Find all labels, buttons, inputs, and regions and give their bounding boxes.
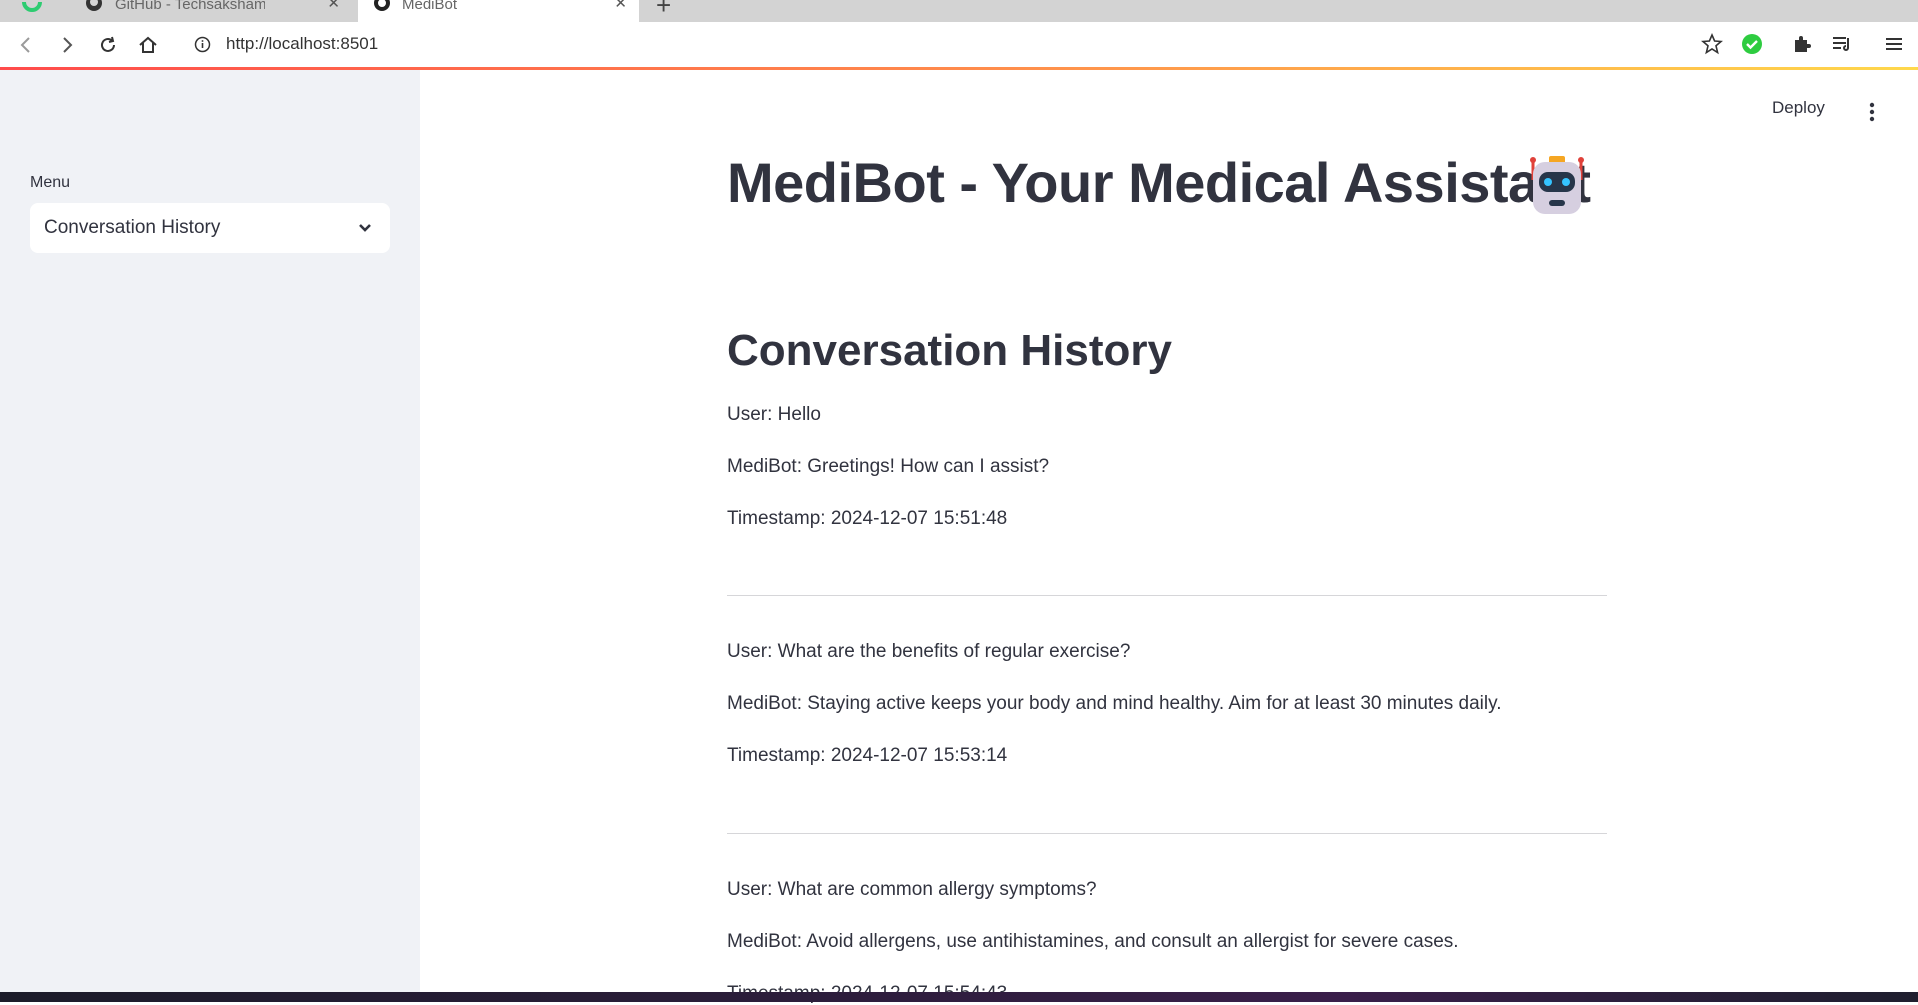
more-options-icon[interactable] [1862, 101, 1882, 123]
extensions-puzzle-icon[interactable] [1790, 32, 1814, 56]
url-port: :8501 [335, 34, 379, 53]
home-icon[interactable] [137, 34, 159, 56]
tab-github[interactable]: GitHub - Techsaksham/P4-Im ✕ [70, 0, 352, 22]
tab-title: MediBot [402, 0, 458, 13]
timestamp: Timestamp: 2024-12-07 15:51:48 [727, 508, 1008, 529]
hamburger-menu-icon[interactable] [1882, 32, 1906, 56]
bookmark-star-icon[interactable] [1700, 32, 1724, 56]
section-heading: Conversation History [727, 326, 1172, 375]
back-arrow-icon[interactable] [15, 34, 37, 56]
reload-icon[interactable] [97, 34, 119, 56]
bot-message: MediBot: Staying active keeps your body … [727, 693, 1502, 714]
browser-toolbar: http://localhost:8501 [0, 22, 1918, 67]
browser-tab-bar: GitHub - Techsaksham/P4-Im ✕ MediBot ✕ + [0, 0, 1918, 22]
url-host: localhost [268, 34, 336, 53]
sidebar: Menu Conversation History [0, 70, 420, 992]
address-bar[interactable]: http://localhost:8501 [176, 27, 1696, 62]
url-protocol: http:// [226, 34, 269, 53]
bot-message: MediBot: Greetings! How can I assist? [727, 456, 1050, 477]
os-taskbar [0, 992, 1918, 1002]
extension-check-icon[interactable] [1740, 32, 1764, 56]
github-icon [86, 0, 102, 11]
url-text[interactable]: http://localhost:8501 [226, 34, 378, 54]
deploy-button[interactable]: Deploy [1772, 98, 1825, 118]
tab-medibot[interactable]: MediBot ✕ [358, 0, 639, 22]
user-message: User: What are the benefits of regular e… [727, 641, 1131, 662]
tab-title: GitHub - Techsaksham/P4-Im [115, 0, 265, 13]
media-queue-icon[interactable] [1830, 32, 1854, 56]
divider [727, 595, 1607, 596]
bot-message: MediBot: Avoid allergens, use antihistam… [727, 931, 1459, 952]
robot-emoji-icon [1530, 156, 1584, 214]
user-message: User: Hello [727, 404, 821, 425]
user-message: User: What are common allergy symptoms? [727, 879, 1097, 900]
browser-app-icon [22, 1, 42, 12]
menu-label: Menu [30, 174, 71, 191]
chevron-down-icon [359, 224, 371, 232]
menu-select[interactable]: Conversation History [30, 203, 390, 253]
timestamp: Timestamp: 2024-12-07 15:53:14 [727, 745, 1008, 766]
new-tab-button[interactable]: + [656, 0, 671, 18]
page-title: MediBot - Your Medical Assistant [727, 151, 1591, 214]
info-icon[interactable] [194, 36, 211, 53]
close-tab-icon[interactable]: ✕ [327, 0, 340, 13]
divider [727, 833, 1607, 834]
streamlit-favicon-icon [374, 0, 390, 11]
forward-arrow-icon[interactable] [56, 34, 78, 56]
menu-select-value: Conversation History [44, 217, 221, 238]
close-tab-icon[interactable]: ✕ [614, 0, 627, 13]
